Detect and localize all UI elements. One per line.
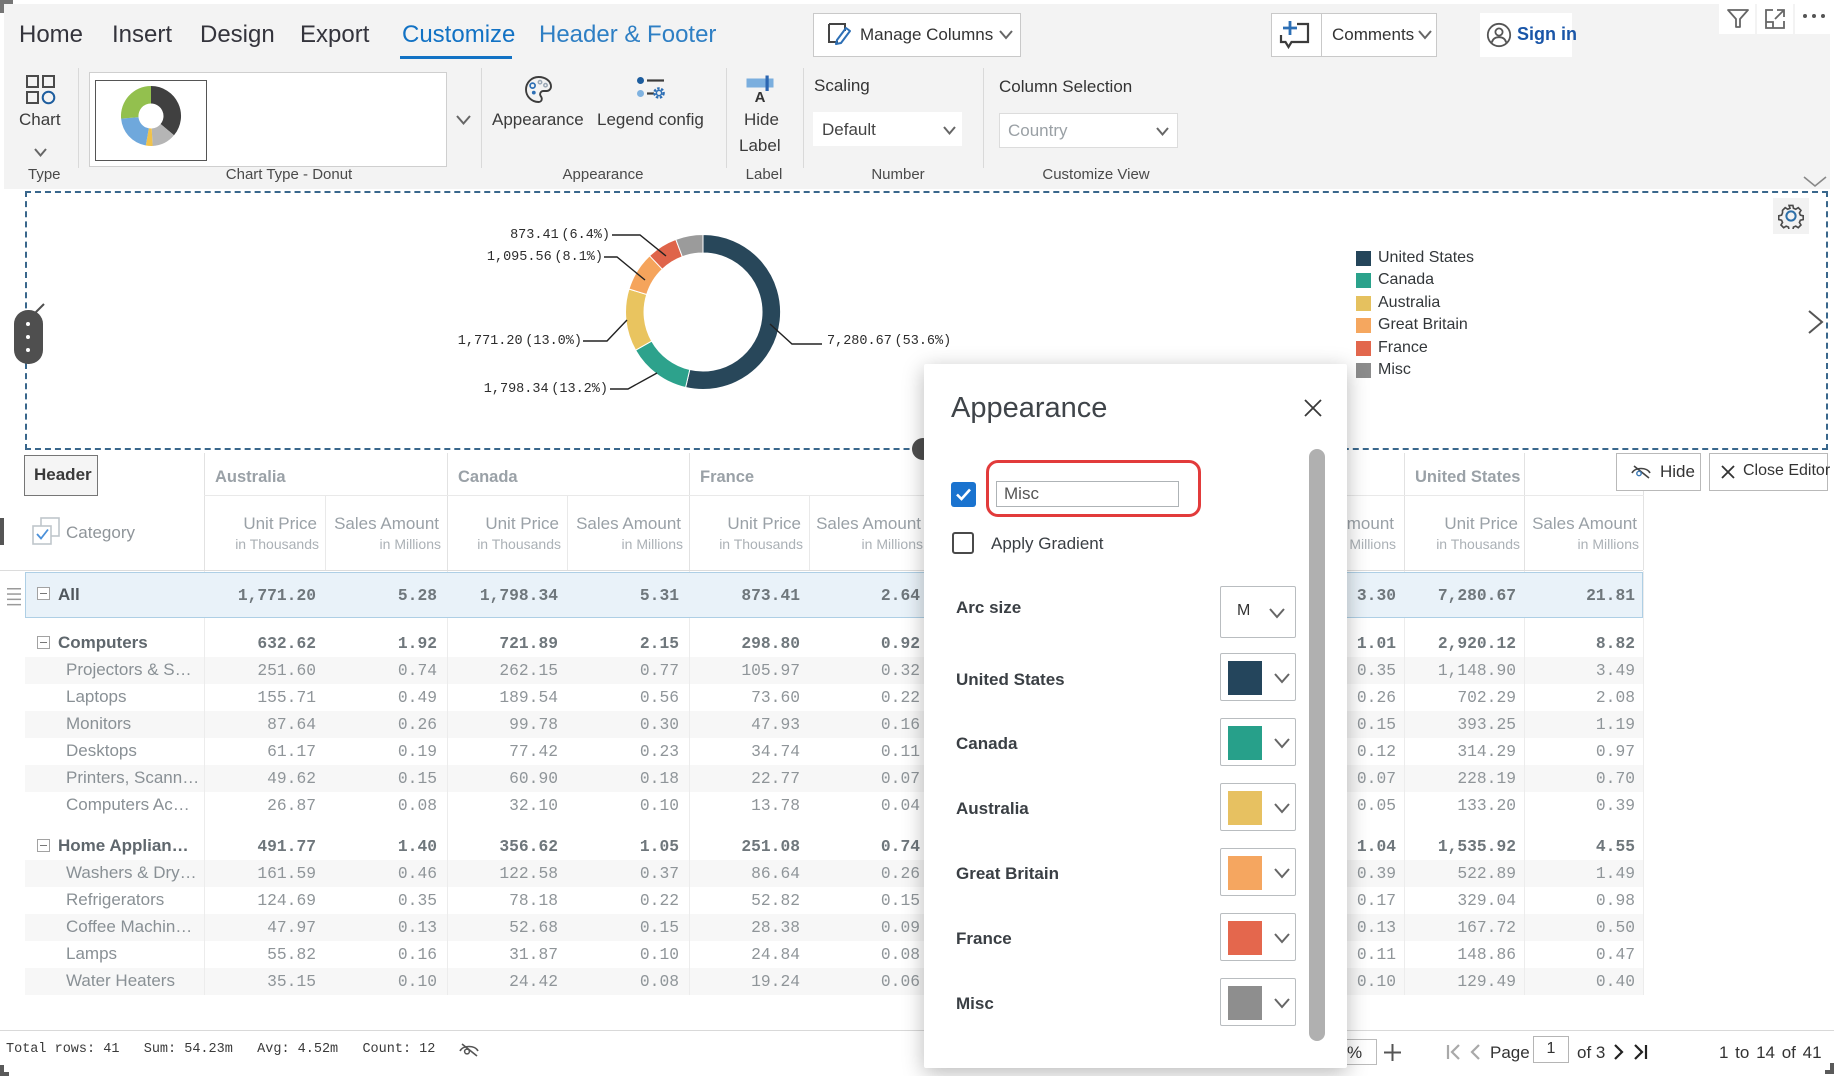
svg-text:A: A [755,89,766,104]
